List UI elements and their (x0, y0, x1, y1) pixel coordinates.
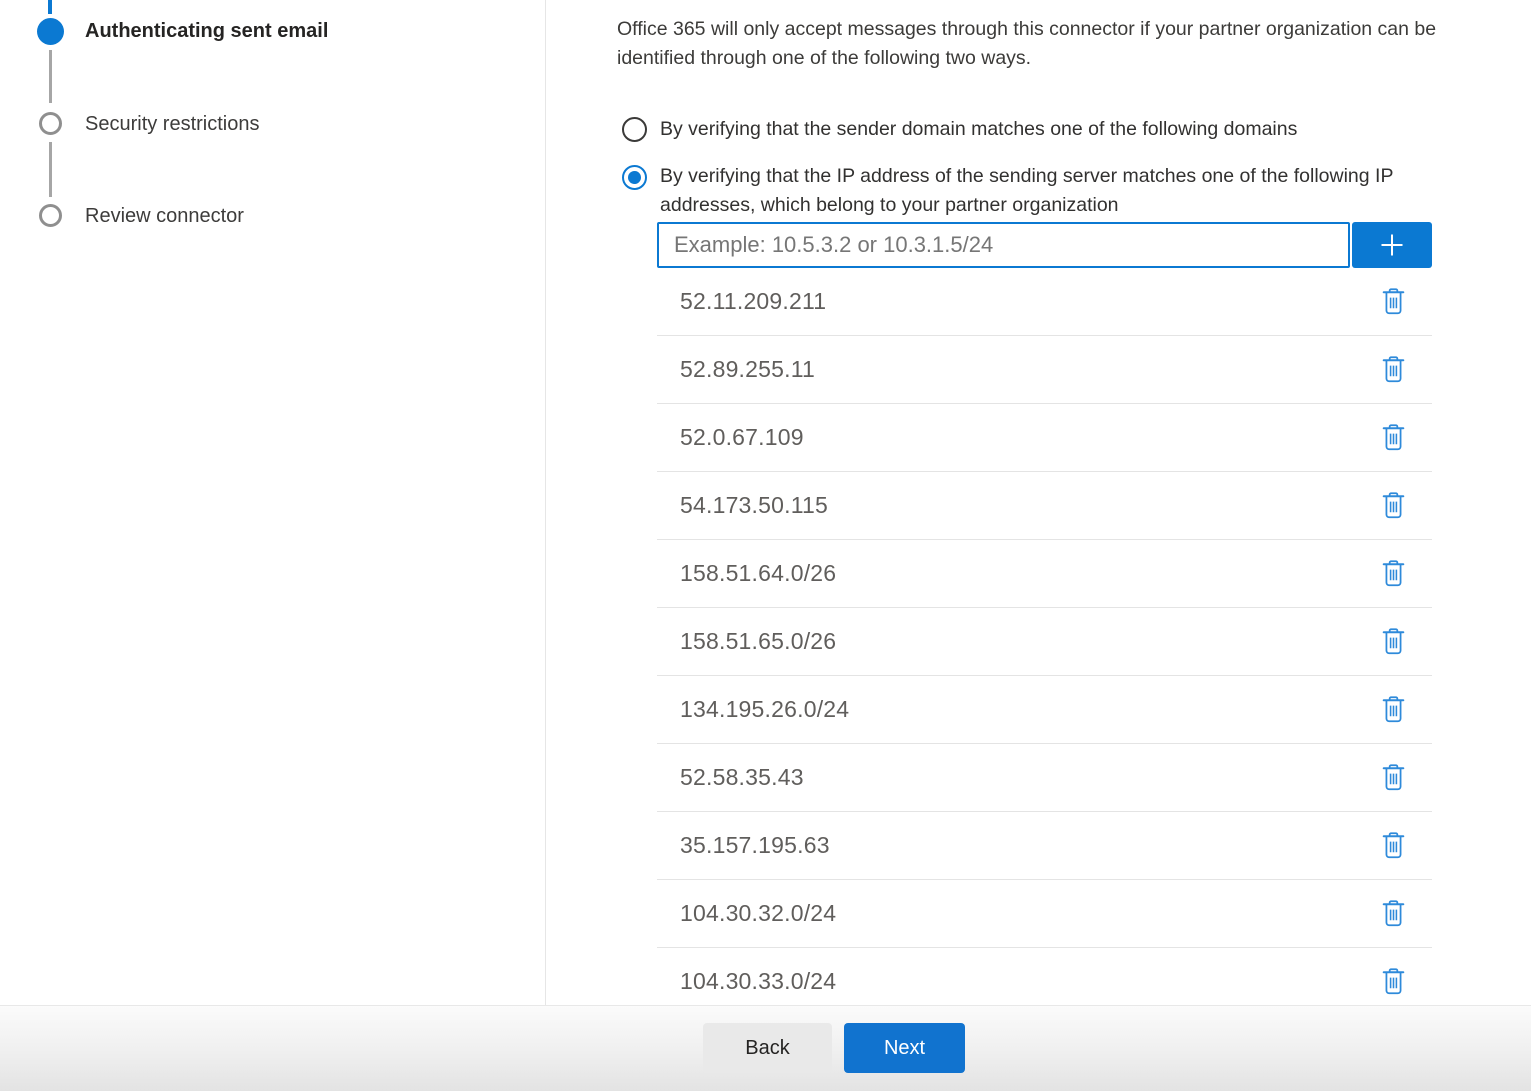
trash-icon (1382, 560, 1405, 587)
plus-icon (1376, 229, 1408, 261)
ip-address: 104.30.33.0/24 (680, 968, 836, 995)
ip-row: 52.11.209.211 (657, 268, 1432, 336)
next-button[interactable]: Next (844, 1023, 965, 1073)
ip-address: 52.89.255.11 (680, 356, 815, 383)
intro-text: Office 365 will only accept messages thr… (617, 15, 1512, 73)
trash-icon (1382, 356, 1405, 383)
ip-entry-row (657, 222, 1432, 268)
ip-row: 54.173.50.115 (657, 472, 1432, 540)
wizard-stepper: Authenticating sent email Security restr… (0, 0, 545, 1005)
ip-address: 158.51.65.0/26 (680, 628, 836, 655)
delete-ip-button[interactable] (1380, 899, 1406, 929)
trash-icon (1382, 628, 1405, 655)
ip-address: 52.58.35.43 (680, 764, 804, 791)
trash-icon (1382, 696, 1405, 723)
ip-row: 104.30.32.0/24 (657, 880, 1432, 948)
ip-row: 158.51.64.0/26 (657, 540, 1432, 608)
option-label: By verifying that the sender domain matc… (660, 117, 1297, 142)
option-label: By verifying that the IP address of the … (660, 162, 1490, 220)
step-connector (49, 142, 52, 197)
ip-row: 52.0.67.109 (657, 404, 1432, 472)
ip-address: 52.0.67.109 (680, 424, 804, 451)
delete-ip-button[interactable] (1380, 695, 1406, 725)
trash-icon (1382, 968, 1405, 995)
ip-address: 54.173.50.115 (680, 492, 828, 519)
add-ip-button[interactable] (1352, 222, 1432, 268)
trash-icon (1382, 288, 1405, 315)
step-connector (49, 50, 52, 103)
ip-address: 35.157.195.63 (680, 832, 830, 859)
option-verify-ip-address[interactable]: By verifying that the IP address of the … (622, 165, 1490, 220)
delete-ip-button[interactable] (1380, 627, 1406, 657)
ip-address-input[interactable] (657, 222, 1350, 268)
ip-address: 134.195.26.0/24 (680, 696, 849, 723)
ip-row: 134.195.26.0/24 (657, 676, 1432, 744)
step-connector-top (48, 0, 52, 14)
ip-row: 104.30.33.0/24 (657, 948, 1432, 1005)
delete-ip-button[interactable] (1380, 559, 1406, 589)
option-verify-sender-domain[interactable]: By verifying that the sender domain matc… (622, 117, 1297, 142)
trash-icon (1382, 900, 1405, 927)
stepper-step-security-restrictions: Security restrictions (85, 112, 260, 137)
ip-row: 52.89.255.11 (657, 336, 1432, 404)
step-circle-icon (39, 112, 62, 135)
delete-ip-button[interactable] (1380, 491, 1406, 521)
delete-ip-button[interactable] (1380, 287, 1406, 317)
ip-list: 52.11.209.211 52.89.255.11 52.0.67.109 (657, 268, 1432, 1005)
ip-address: 104.30.32.0/24 (680, 900, 836, 927)
delete-ip-button[interactable] (1380, 423, 1406, 453)
radio-unselected-icon[interactable] (622, 117, 647, 142)
delete-ip-button[interactable] (1380, 967, 1406, 997)
ip-address: 158.51.64.0/26 (680, 560, 836, 587)
ip-row: 35.157.195.63 (657, 812, 1432, 880)
step-current-dot-icon (37, 18, 64, 45)
radio-selected-icon[interactable] (622, 165, 647, 190)
trash-icon (1382, 764, 1405, 791)
delete-ip-button[interactable] (1380, 763, 1406, 793)
trash-icon (1382, 492, 1405, 519)
back-button[interactable]: Back (703, 1023, 832, 1073)
ip-row: 158.51.65.0/26 (657, 608, 1432, 676)
trash-icon (1382, 832, 1405, 859)
delete-ip-button[interactable] (1380, 355, 1406, 385)
main-content: Office 365 will only accept messages thr… (546, 0, 1531, 1005)
stepper-step-authenticating-sent-email: Authenticating sent email (85, 19, 328, 44)
delete-ip-button[interactable] (1380, 831, 1406, 861)
footer-bar: Back Next (0, 1005, 1531, 1091)
trash-icon (1382, 424, 1405, 451)
step-circle-icon (39, 204, 62, 227)
stepper-step-review-connector: Review connector (85, 204, 244, 229)
ip-row: 52.58.35.43 (657, 744, 1432, 812)
ip-address: 52.11.209.211 (680, 288, 826, 315)
